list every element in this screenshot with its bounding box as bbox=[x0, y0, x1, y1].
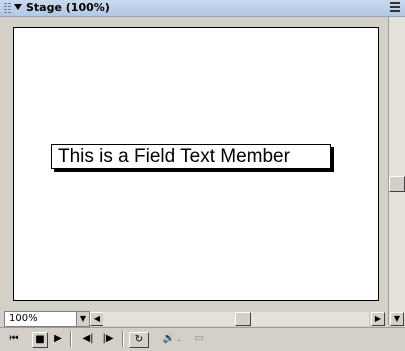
panel-title: Stage (100%) bbox=[26, 1, 110, 14]
rewind-button[interactable]: ⏮ bbox=[8, 332, 20, 346]
separator bbox=[122, 331, 124, 347]
horizontal-scroll-track[interactable] bbox=[103, 312, 369, 326]
scroll-down-icon[interactable]: ▼ bbox=[390, 312, 404, 326]
collapse-triangle-icon[interactable] bbox=[14, 4, 22, 10]
separator bbox=[70, 331, 72, 347]
panel-titlebar: Stage (100%) bbox=[0, 0, 405, 17]
field-text-member[interactable]: This is a Field Text Member bbox=[51, 144, 331, 169]
volume-dropdown-icon[interactable]: . bbox=[176, 332, 182, 346]
scroll-left-icon[interactable]: ◀ bbox=[90, 312, 104, 326]
chevron-down-icon[interactable]: ▼ bbox=[76, 312, 89, 326]
dtp-icon[interactable]: ▭ bbox=[190, 332, 208, 346]
step-forward-button[interactable]: |▶ bbox=[100, 332, 116, 346]
scroll-right-icon[interactable]: ▶ bbox=[371, 312, 385, 326]
stage-canvas[interactable]: This is a Field Text Member bbox=[13, 27, 379, 301]
grip-icon[interactable] bbox=[8, 3, 11, 13]
zoom-value: 100% bbox=[9, 313, 38, 324]
zoom-select[interactable]: 100% ▼ bbox=[4, 311, 90, 327]
step-back-button[interactable]: ◀| bbox=[80, 332, 96, 346]
panel-menu-icon[interactable] bbox=[390, 2, 400, 12]
horizontal-scroll-thumb[interactable] bbox=[235, 312, 251, 326]
stop-button[interactable]: ■ bbox=[32, 332, 48, 348]
stage-area: This is a Field Text Member bbox=[3, 17, 388, 310]
loop-button[interactable]: ↻ bbox=[129, 332, 149, 348]
play-button[interactable]: ▶ bbox=[52, 332, 64, 346]
horizontal-bar: 100% ▼ ◀ ▶ bbox=[0, 310, 388, 327]
field-text: This is a Field Text Member bbox=[58, 146, 290, 167]
vertical-scroll-thumb[interactable] bbox=[389, 176, 405, 192]
vertical-scrollbar[interactable] bbox=[388, 17, 405, 325]
playback-controls: ⏮ ■ ▶ ◀| |▶ ↻ 🔊 . ▭ bbox=[0, 327, 405, 351]
grip-icon[interactable] bbox=[4, 3, 7, 13]
volume-icon[interactable]: 🔊 bbox=[162, 332, 176, 346]
